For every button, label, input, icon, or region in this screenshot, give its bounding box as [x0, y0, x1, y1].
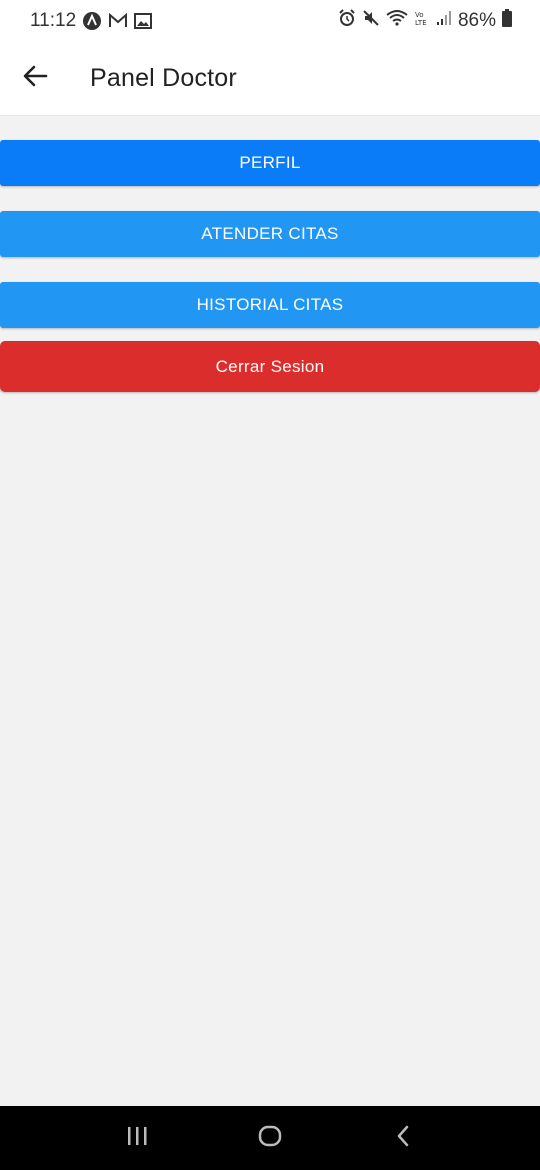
atender-citas-button[interactable]: ATENDER CITAS	[0, 211, 540, 257]
arrow-left-icon	[22, 64, 48, 93]
home-button[interactable]	[240, 1106, 300, 1170]
app-a-icon	[82, 11, 102, 31]
system-nav-bar	[0, 1106, 540, 1170]
svg-text:LTE: LTE	[415, 19, 427, 27]
gallery-icon	[134, 13, 153, 29]
status-time: 11:12	[30, 10, 77, 31]
page-title: Panel Doctor	[90, 64, 237, 92]
home-icon	[258, 1124, 282, 1153]
status-bar: 11:12 Vo LTE 86%	[0, 0, 540, 42]
battery-percent: 86%	[457, 10, 496, 31]
back-icon	[395, 1125, 411, 1152]
main-content: PERFIL ATENDER CITAS HISTORIAL CITAS Cer…	[0, 116, 540, 1106]
status-right: Vo LTE 86%	[338, 9, 512, 33]
historial-citas-button[interactable]: HISTORIAL CITAS	[0, 282, 540, 328]
wifi-icon	[386, 9, 408, 33]
battery-icon	[502, 9, 512, 33]
app-bar: Panel Doctor	[0, 42, 540, 116]
back-button[interactable]	[0, 42, 70, 116]
signal-icon	[436, 10, 452, 32]
nav-back-button[interactable]	[373, 1106, 433, 1170]
alarm-icon	[338, 9, 356, 33]
cerrar-sesion-button[interactable]: Cerrar Sesion	[0, 341, 540, 392]
gmail-icon	[108, 13, 128, 29]
volte-icon: Vo LTE	[414, 9, 430, 33]
recent-apps-button[interactable]	[107, 1106, 167, 1170]
svg-text:Vo: Vo	[415, 11, 424, 19]
mute-icon	[362, 9, 380, 33]
recent-apps-icon	[126, 1125, 148, 1152]
perfil-button[interactable]: PERFIL	[0, 140, 540, 186]
status-left: 11:12	[30, 10, 153, 32]
